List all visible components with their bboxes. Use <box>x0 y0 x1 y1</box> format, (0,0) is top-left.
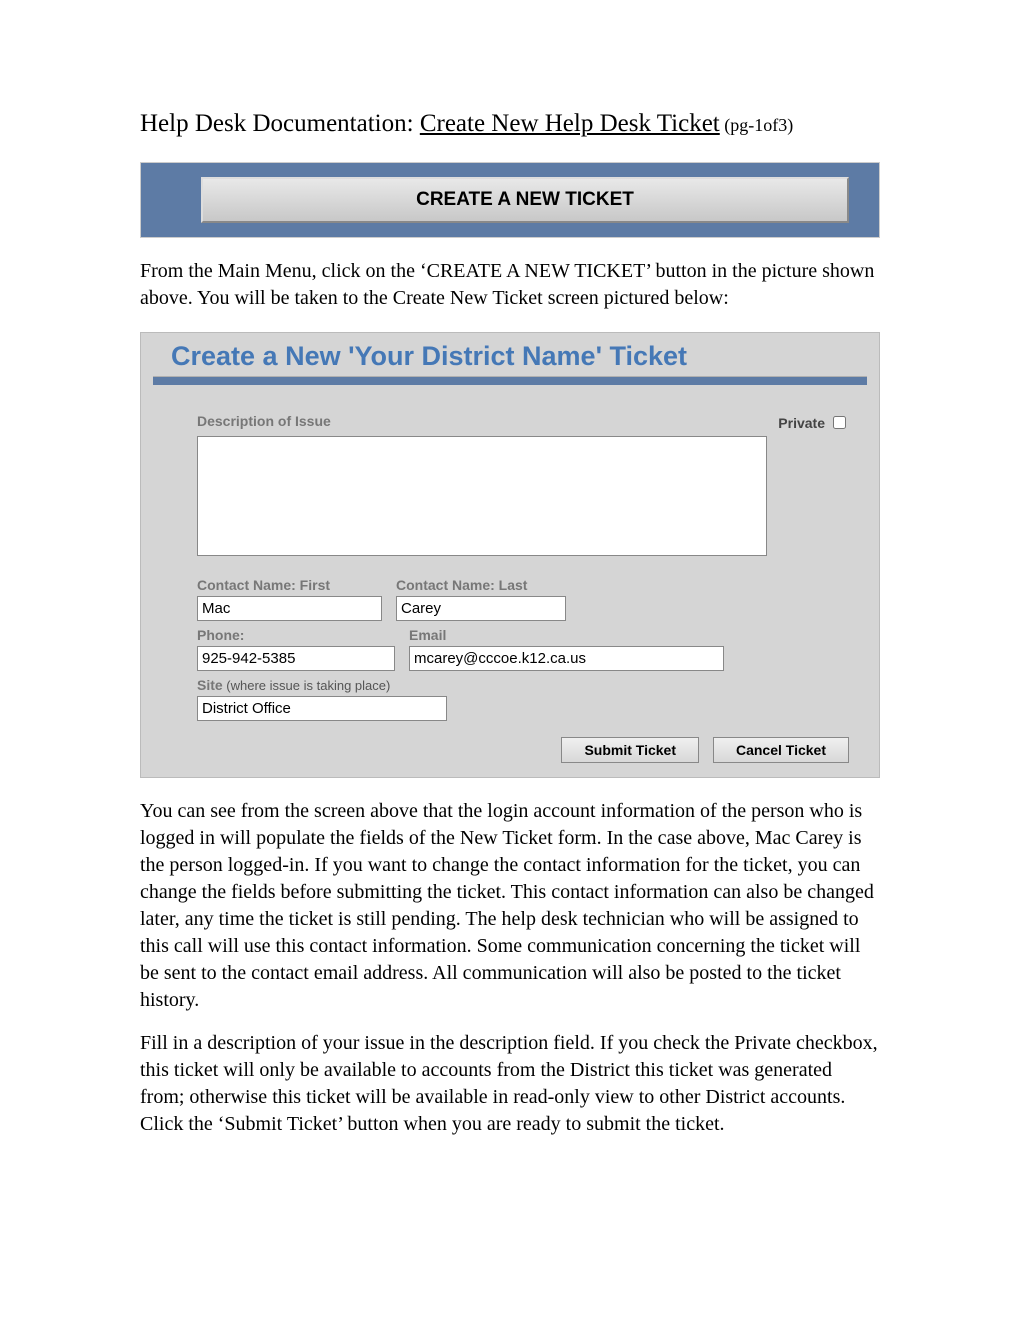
submit-ticket-button[interactable]: Submit Ticket <box>561 737 699 763</box>
first-name-label: Contact Name: First <box>197 577 382 593</box>
doc-title-page-indicator: (pg-1of3) <box>720 115 793 135</box>
email-input[interactable] <box>409 646 724 671</box>
private-label: Private <box>778 415 825 431</box>
last-name-input[interactable] <box>396 596 566 621</box>
explanation-paragraph-2: Fill in a description of your issue in t… <box>140 1030 880 1138</box>
site-label-note: (where issue is taking place) <box>223 678 391 693</box>
main-menu-banner: CREATE A NEW TICKET <box>140 162 880 238</box>
private-checkbox-wrap: Private <box>778 413 849 432</box>
private-checkbox[interactable] <box>833 416 846 429</box>
last-name-label: Contact Name: Last <box>396 577 566 593</box>
site-label: Site (where issue is taking place) <box>197 677 447 693</box>
form-divider <box>153 376 867 385</box>
doc-title-prefix: Help Desk Documentation: <box>140 110 420 137</box>
site-input[interactable] <box>197 696 447 721</box>
description-textarea[interactable] <box>197 436 767 556</box>
phone-input[interactable] <box>197 646 395 671</box>
create-new-ticket-button[interactable]: CREATE A NEW TICKET <box>201 177 849 223</box>
phone-label: Phone: <box>197 627 395 643</box>
create-ticket-form-screenshot: Create a New 'Your District Name' Ticket… <box>140 332 880 778</box>
intro-paragraph: From the Main Menu, click on the ‘CREATE… <box>140 258 880 312</box>
doc-title-main: Create New Help Desk Ticket <box>420 110 720 137</box>
description-label: Description of Issue <box>197 413 331 429</box>
explanation-paragraph-1: You can see from the screen above that t… <box>140 798 880 1014</box>
cancel-ticket-button[interactable]: Cancel Ticket <box>713 737 849 763</box>
email-label: Email <box>409 627 724 643</box>
site-label-text: Site <box>197 677 223 693</box>
document-title: Help Desk Documentation: Create New Help… <box>140 110 880 138</box>
form-title: Create a New 'Your District Name' Ticket <box>141 333 879 376</box>
first-name-input[interactable] <box>197 596 382 621</box>
